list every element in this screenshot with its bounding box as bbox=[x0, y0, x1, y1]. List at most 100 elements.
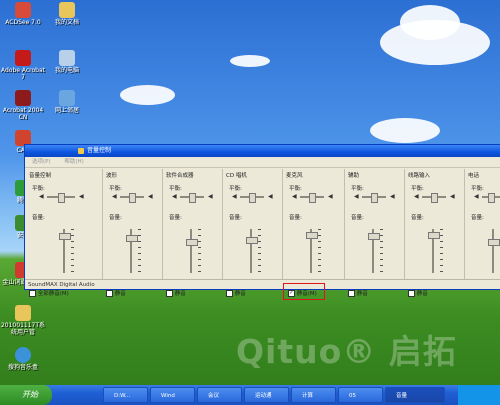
volume-slider[interactable] bbox=[186, 229, 198, 273]
balance-label: 平衡: bbox=[109, 186, 122, 192]
volume-slider[interactable] bbox=[59, 229, 71, 273]
mute-checkbox[interactable]: 静音 bbox=[226, 289, 246, 297]
desktop-icon-my-computer[interactable]: 我的电脑 bbox=[44, 50, 90, 74]
taskbar-button-word[interactable]: Wind bbox=[150, 387, 195, 403]
balance-slider[interactable] bbox=[240, 193, 264, 203]
volume-slider[interactable] bbox=[126, 229, 138, 273]
volume-ticks bbox=[380, 229, 383, 273]
music-icon bbox=[15, 347, 31, 363]
folder-icon bbox=[15, 305, 31, 321]
taskbar-button-05[interactable]: 05 bbox=[338, 387, 383, 403]
volume-slider[interactable] bbox=[246, 229, 258, 273]
balance-slider[interactable] bbox=[422, 193, 446, 203]
acdsee-icon bbox=[15, 2, 31, 18]
menu-options[interactable]: 选项(P) bbox=[32, 159, 51, 165]
mute-checkbox[interactable]: 静音 bbox=[106, 289, 126, 297]
checkbox-box[interactable] bbox=[166, 290, 173, 297]
volume-label: 音量: bbox=[109, 215, 122, 221]
desktop-icon-folder[interactable]: 201001117T系统用户管 bbox=[0, 305, 46, 336]
cloud bbox=[400, 5, 460, 40]
balance-label: 平衡: bbox=[229, 186, 242, 192]
mute-checkbox[interactable]: 静音 bbox=[348, 289, 368, 297]
volume-ticks bbox=[440, 229, 443, 273]
mute-label: 全部静音(M) bbox=[37, 291, 69, 297]
desktop-icon-label: 我的文档 bbox=[54, 19, 79, 26]
taskbar-button-calculator[interactable]: 计算 bbox=[291, 387, 336, 403]
balance-slider[interactable] bbox=[120, 193, 144, 203]
desktop-icon-acrobat[interactable]: Adobe Acrobat 7 bbox=[0, 50, 46, 81]
mute-checkbox[interactable]: 静音 bbox=[166, 289, 186, 297]
taskbar-button-volume[interactable]: 音量 bbox=[385, 387, 445, 403]
balance-label: 平衡: bbox=[32, 186, 45, 192]
balance-label: 平衡: bbox=[351, 186, 364, 192]
menu-help[interactable]: 帮助(H) bbox=[64, 159, 83, 165]
start-button[interactable]: 开始 bbox=[0, 385, 52, 405]
title-bar[interactable]: 音量控制 bbox=[25, 145, 500, 157]
volume-thumb[interactable] bbox=[488, 239, 500, 246]
speaker-right-icon: ◀ bbox=[79, 193, 84, 200]
balance-thumb[interactable] bbox=[309, 193, 316, 203]
taskbar-button-explorer[interactable]: D:W... bbox=[103, 387, 148, 403]
menu-bar: 选项(P) 帮助(H) bbox=[25, 157, 500, 168]
balance-label: 平衡: bbox=[169, 186, 182, 192]
cloud bbox=[120, 85, 175, 105]
balance-slider[interactable] bbox=[482, 193, 500, 203]
desktop-icon-acdsee[interactable]: ACDSee 7.0 bbox=[0, 2, 46, 26]
speaker-right-icon: ◀ bbox=[328, 193, 333, 200]
volume-label: 音量: bbox=[351, 215, 364, 221]
cloud bbox=[370, 118, 440, 143]
balance-slider[interactable] bbox=[180, 193, 204, 203]
volume-thumb[interactable] bbox=[368, 233, 380, 240]
channel-line-in: 线路输入 平衡: ◀ ◀ 音量: 静音 bbox=[404, 169, 465, 297]
balance-thumb[interactable] bbox=[189, 193, 196, 203]
status-bar: SoundMAX Digital Audio bbox=[25, 279, 500, 290]
desktop-icon-my-documents[interactable]: 我的文档 bbox=[44, 2, 90, 26]
balance-thumb[interactable] bbox=[488, 193, 495, 203]
checkbox-box[interactable] bbox=[226, 290, 233, 297]
volume-label: 音量: bbox=[471, 215, 484, 221]
desktop-icon-label: Acrobat 2004 CN bbox=[2, 107, 44, 121]
balance-slider[interactable] bbox=[47, 193, 75, 203]
volume-slider[interactable] bbox=[368, 229, 380, 273]
taskbar-button-meeting[interactable]: 会议 bbox=[197, 387, 242, 403]
balance-thumb[interactable] bbox=[371, 193, 378, 203]
speaker-left-icon: ◀ bbox=[414, 193, 419, 200]
taskbar-button-messenger[interactable]: 运动通 bbox=[244, 387, 289, 403]
desktop-icon-acrobat-2004[interactable]: Acrobat 2004 CN bbox=[0, 90, 46, 121]
checkbox-box[interactable] bbox=[348, 290, 355, 297]
balance-label: 平衡: bbox=[411, 186, 424, 192]
volume-thumb[interactable] bbox=[186, 239, 198, 246]
channel-title: 软件合成器 bbox=[166, 173, 194, 179]
volume-ticks bbox=[138, 229, 141, 273]
mute-label: 静音 bbox=[174, 291, 186, 297]
checkbox-box[interactable] bbox=[106, 290, 113, 297]
volume-label: 音量: bbox=[229, 215, 242, 221]
mute-checkbox[interactable]: 全部静音(M) bbox=[29, 289, 69, 297]
volume-slider[interactable] bbox=[488, 229, 500, 273]
balance-thumb[interactable] bbox=[431, 193, 438, 203]
desktop-icon-label: 我的电脑 bbox=[54, 67, 79, 74]
mute-checkbox[interactable]: 静音 bbox=[408, 289, 428, 297]
system-tray bbox=[458, 385, 500, 405]
balance-thumb[interactable] bbox=[129, 193, 136, 203]
start-label: 开始 bbox=[22, 390, 38, 399]
desktop-icon-sogou-music[interactable]: 搜狗音乐盒 bbox=[0, 347, 46, 371]
checkbox-box[interactable] bbox=[29, 290, 36, 297]
volume-thumb[interactable] bbox=[126, 235, 138, 242]
balance-thumb[interactable] bbox=[58, 193, 65, 203]
balance-thumb[interactable] bbox=[249, 193, 256, 203]
balance-slider[interactable] bbox=[300, 193, 324, 203]
volume-thumb[interactable] bbox=[59, 233, 71, 240]
channel-cd-player: CD 唱机 平衡: ◀ ◀ 音量: 静音 bbox=[222, 169, 283, 297]
checkbox-box[interactable] bbox=[408, 290, 415, 297]
mute-label: 静音 bbox=[356, 291, 368, 297]
balance-slider[interactable] bbox=[362, 193, 386, 203]
volume-slider[interactable] bbox=[306, 229, 318, 273]
channel-software-synth: 软件合成器 平衡: ◀ ◀ 音量: 静音 bbox=[162, 169, 223, 297]
volume-thumb[interactable] bbox=[306, 232, 318, 239]
volume-thumb[interactable] bbox=[428, 232, 440, 239]
desktop-icon-network[interactable]: 网上邻居 bbox=[44, 90, 90, 114]
volume-thumb[interactable] bbox=[246, 237, 258, 244]
acrobat-icon bbox=[15, 90, 31, 106]
volume-slider[interactable] bbox=[428, 229, 440, 273]
